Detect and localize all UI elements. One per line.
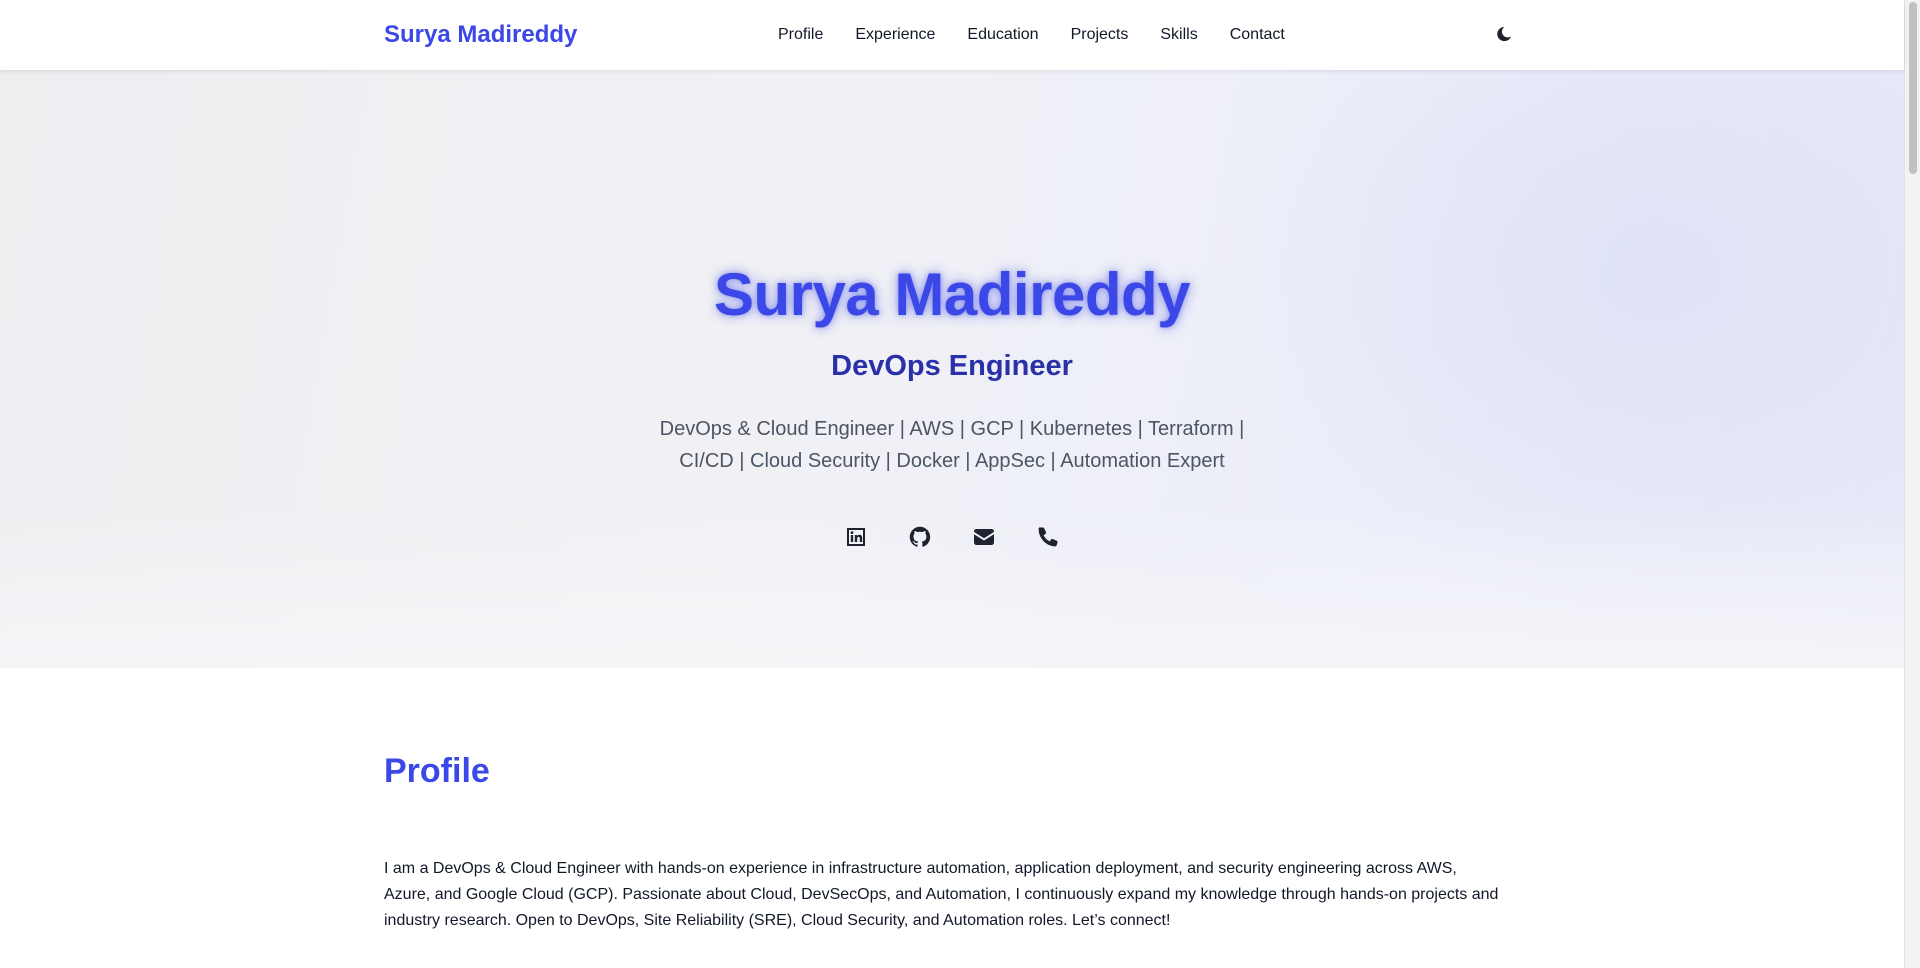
profile-summary-text: I am a DevOps & Cloud Engineer with hand… — [384, 860, 1499, 929]
nav-link-experience[interactable]: Experience — [855, 26, 935, 44]
moon-icon — [1495, 25, 1513, 46]
brand-logo-link[interactable]: Surya Madireddy — [384, 21, 577, 49]
hero-content: Surya Madireddy DevOps Engineer DevOps &… — [0, 70, 1904, 668]
vertical-scrollbar[interactable] — [1904, 0, 1920, 968]
navbar-inner: Surya Madireddy Profile Experience Educa… — [384, 0, 1518, 70]
linkedin-icon[interactable] — [843, 524, 869, 550]
nav-link-projects[interactable]: Projects — [1071, 26, 1129, 44]
social-links — [0, 524, 1904, 550]
hero-section: Surya Madireddy DevOps Engineer DevOps &… — [0, 70, 1904, 668]
hero-name: Surya Madireddy — [714, 261, 1191, 328]
nav-link-skills[interactable]: Skills — [1160, 26, 1197, 44]
profile-heading: Profile — [384, 752, 490, 790]
nav-link-profile[interactable]: Profile — [778, 26, 823, 44]
phone-icon[interactable] — [1035, 524, 1061, 550]
top-navbar: Surya Madireddy Profile Experience Educa… — [0, 0, 1904, 70]
email-icon[interactable] — [971, 524, 997, 550]
hero-job-title: DevOps Engineer — [831, 350, 1073, 382]
theme-toggle-button[interactable] — [1490, 21, 1518, 49]
page: Surya Madireddy Profile Experience Educa… — [0, 0, 1920, 968]
nav-link-education[interactable]: Education — [967, 26, 1038, 44]
hero-tagline: DevOps & Cloud Engineer | AWS | GCP | Ku… — [659, 418, 1245, 472]
profile-section: Profile I am a DevOps & Cloud Engineer w… — [0, 668, 1904, 968]
nav-links: Profile Experience Education Projects Sk… — [778, 0, 1285, 70]
github-icon[interactable] — [907, 524, 933, 550]
nav-link-contact[interactable]: Contact — [1230, 26, 1285, 44]
scrollbar-thumb[interactable] — [1909, 2, 1917, 174]
